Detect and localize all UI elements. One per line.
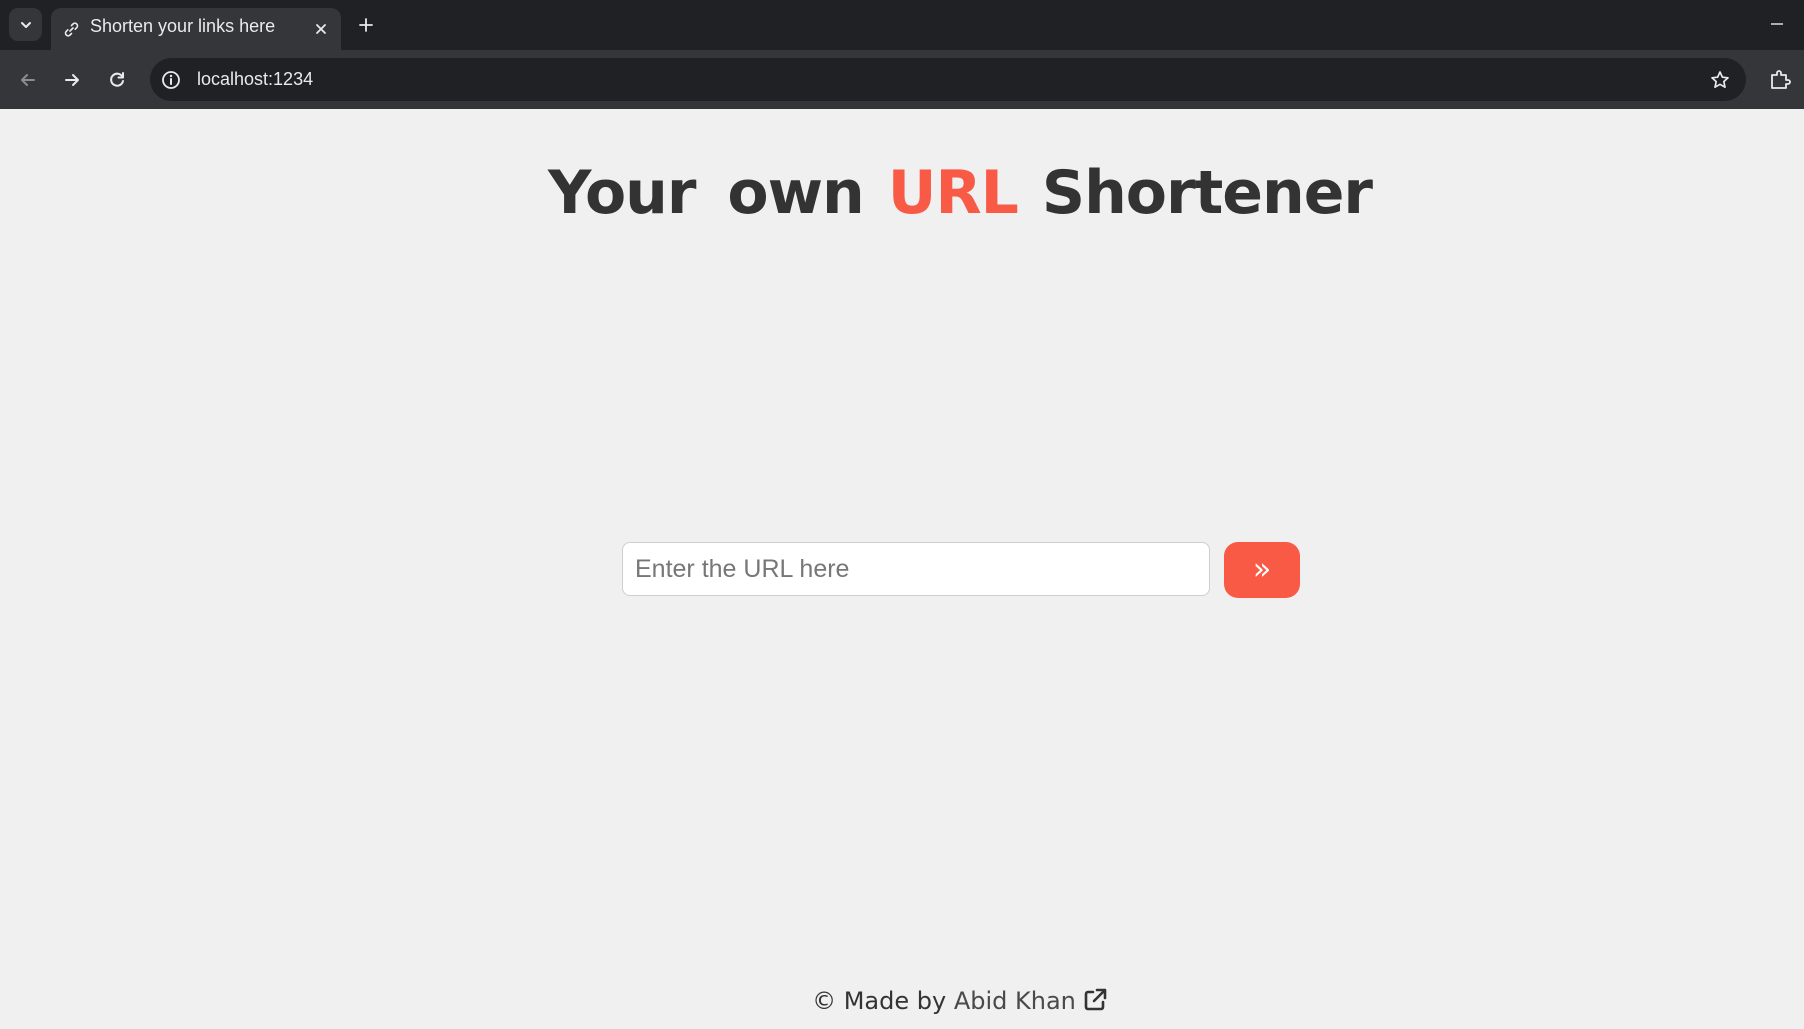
address-bar[interactable]: localhost:1234	[150, 58, 1746, 101]
minimize-icon	[1771, 23, 1783, 25]
page-title: Your own URL Shortener	[0, 155, 1804, 231]
tab-title: Shorten your links here	[90, 16, 276, 36]
author-link[interactable]: Abid Khan	[954, 987, 1108, 1015]
shorten-form: »	[622, 542, 1300, 598]
close-icon	[316, 24, 326, 34]
footer-prefix: © Made by	[812, 987, 947, 1015]
reload-button[interactable]	[102, 65, 132, 95]
plus-icon	[359, 18, 373, 32]
title-part-1: Your own	[548, 158, 865, 228]
back-button[interactable]	[13, 65, 43, 95]
arrow-left-icon	[21, 74, 35, 86]
footer: © Made by Abid Khan	[0, 984, 1804, 1018]
title-part-2: Shortener	[1041, 158, 1373, 228]
tab-close-button[interactable]	[311, 19, 331, 39]
new-tab-button[interactable]	[354, 13, 378, 37]
forward-button[interactable]	[57, 65, 87, 95]
tab-strip: Shorten your links here	[0, 0, 1804, 50]
link-icon	[64, 22, 79, 37]
author-name: Abid Khan	[953, 987, 1076, 1015]
shorten-submit-button[interactable]: »	[1224, 542, 1300, 598]
url-input[interactable]	[622, 542, 1210, 596]
browser-tab[interactable]: Shorten your links here	[51, 8, 341, 50]
minimize-button[interactable]	[1762, 12, 1792, 36]
arrow-right-icon	[65, 74, 79, 86]
browser-toolbar: localhost:1234	[0, 50, 1804, 109]
external-link-icon	[1084, 988, 1107, 1011]
chevron-down-icon	[20, 21, 31, 28]
extensions-button[interactable]	[1766, 65, 1794, 93]
tab-search-button[interactable]	[9, 8, 42, 41]
site-info-icon[interactable]	[159, 68, 183, 92]
address-url: localhost:1234	[197, 69, 314, 89]
reload-icon	[110, 72, 124, 87]
puzzle-icon	[1771, 70, 1791, 89]
title-accent: URL	[887, 158, 1019, 228]
bookmark-star-icon[interactable]	[1708, 68, 1732, 92]
